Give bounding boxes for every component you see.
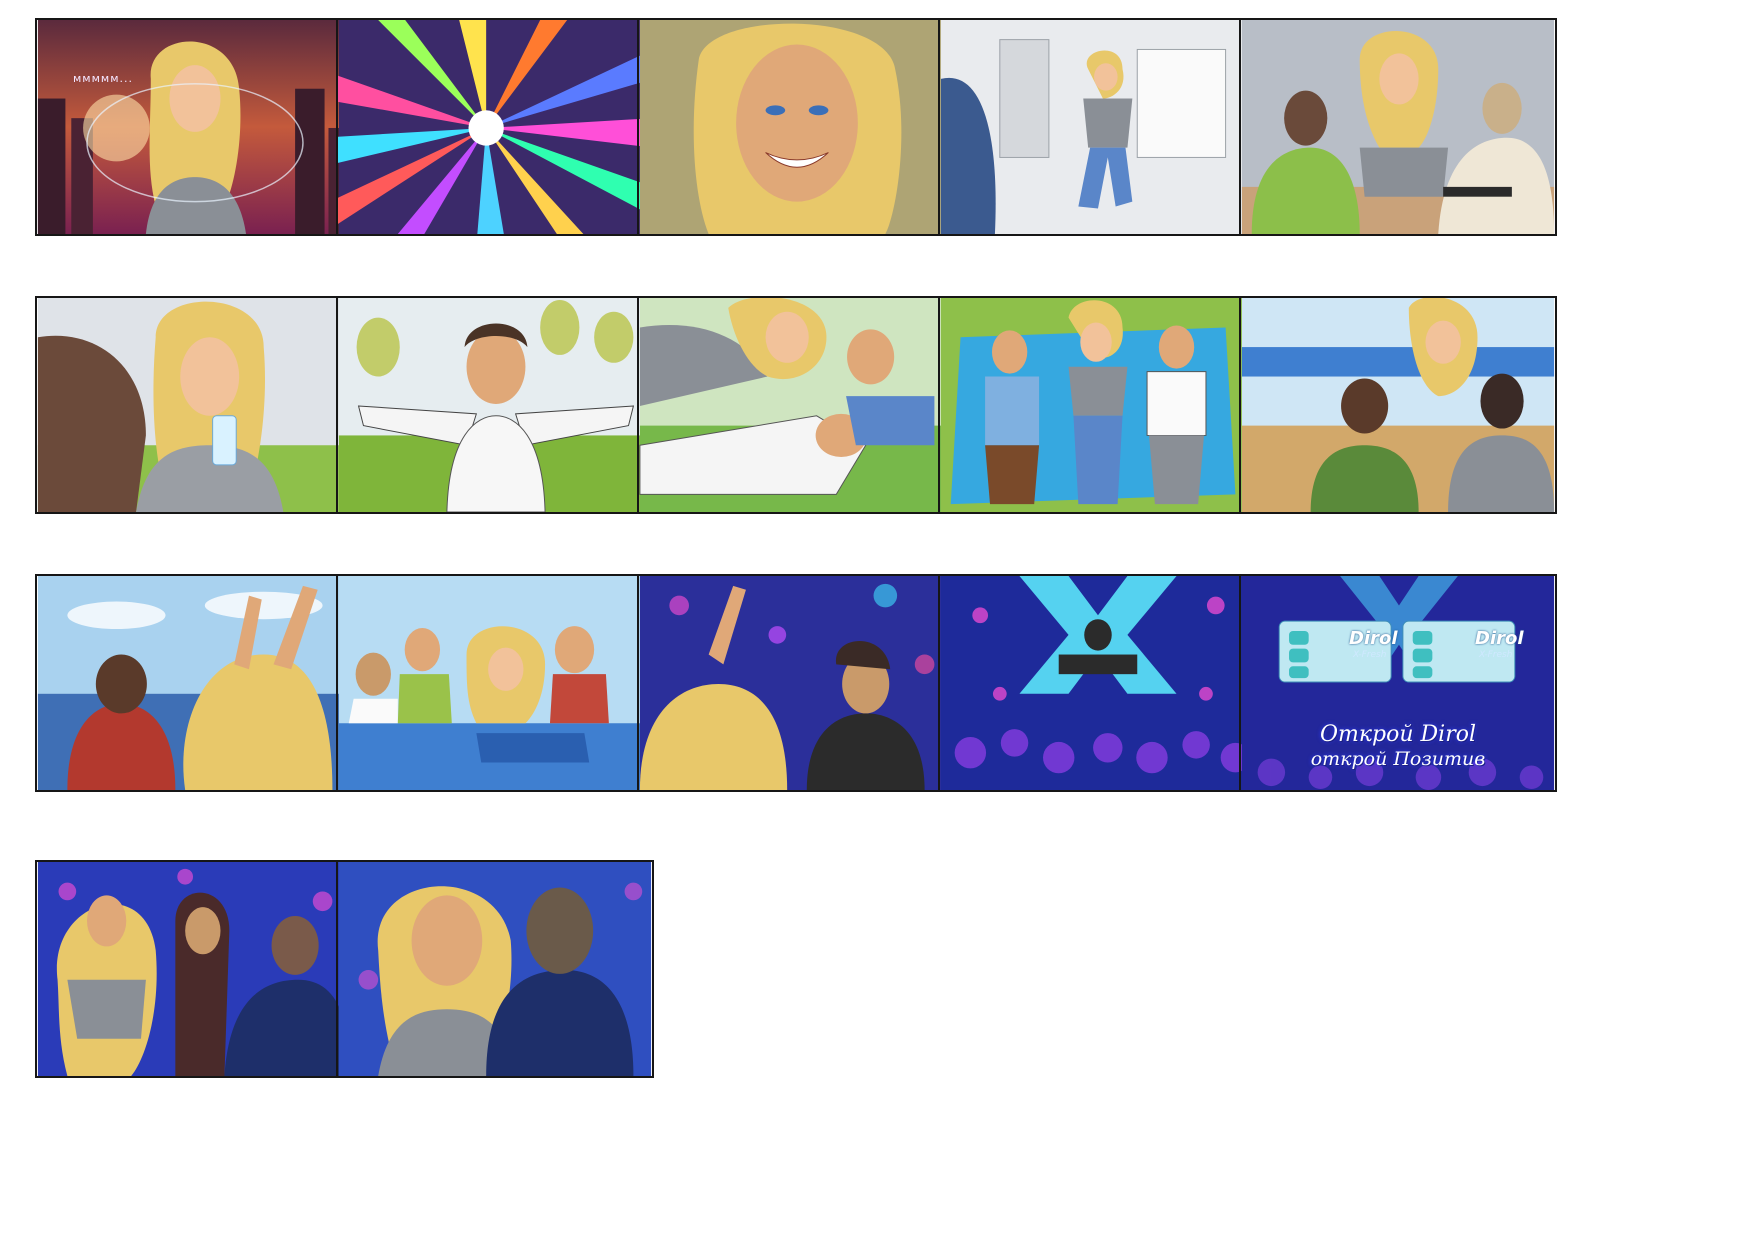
storyboard-frame-12 bbox=[336, 574, 654, 792]
storyboard-frame-14 bbox=[938, 574, 1256, 792]
frame-8-drawing bbox=[639, 298, 953, 512]
frame-3-drawing bbox=[639, 20, 953, 234]
storyboard-frame-1: ммммм... bbox=[35, 18, 353, 236]
storyboard-frame-5 bbox=[1239, 18, 1557, 236]
storyboard-frame-17 bbox=[336, 860, 654, 1078]
product-name-right: X-Fresh bbox=[1479, 650, 1513, 660]
frame-11-drawing bbox=[37, 576, 351, 790]
slogan-line-1: Открой Dirol bbox=[1320, 722, 1476, 747]
product-name-left: X-Fresh bbox=[1353, 650, 1387, 660]
brand-logo-left: Dirol bbox=[1349, 628, 1398, 649]
storyboard-frame-2 bbox=[336, 18, 654, 236]
slogan-line-2: открой Позитив bbox=[1310, 748, 1486, 770]
storyboard-frame-9 bbox=[938, 296, 1256, 514]
storyboard-frame-6 bbox=[35, 296, 353, 514]
frame-9-drawing bbox=[940, 298, 1254, 512]
frame-1-drawing bbox=[37, 20, 351, 234]
storyboard-frame-4 bbox=[938, 18, 1256, 236]
storyboard-frame-16 bbox=[35, 860, 353, 1078]
frame-2-burst-drawing bbox=[338, 20, 652, 234]
frame-5-drawing bbox=[1241, 20, 1555, 234]
frame-7-drawing bbox=[338, 298, 652, 512]
storyboard-frame-3 bbox=[637, 18, 955, 236]
storyboard-frame-13 bbox=[637, 574, 955, 792]
frame-16-drawing bbox=[37, 862, 351, 1076]
storyboard-frame-15: Dirol X-Fresh Dirol X-Fresh Открой Dirol… bbox=[1239, 574, 1557, 792]
frame-4-drawing bbox=[940, 20, 1254, 234]
frame-13-drawing bbox=[639, 576, 953, 790]
frame-10-drawing bbox=[1241, 298, 1555, 512]
storyboard-frame-7 bbox=[336, 296, 654, 514]
brand-logo-right: Dirol bbox=[1475, 628, 1524, 649]
frame-14-drawing bbox=[940, 576, 1254, 790]
storyboard-frame-8 bbox=[637, 296, 955, 514]
frame-12-drawing bbox=[338, 576, 652, 790]
hum-caption: ммммм... bbox=[73, 72, 133, 85]
frame-17-drawing bbox=[338, 862, 652, 1076]
storyboard-frame-11 bbox=[35, 574, 353, 792]
frame-6-drawing bbox=[37, 298, 351, 512]
storyboard-frame-10 bbox=[1239, 296, 1557, 514]
